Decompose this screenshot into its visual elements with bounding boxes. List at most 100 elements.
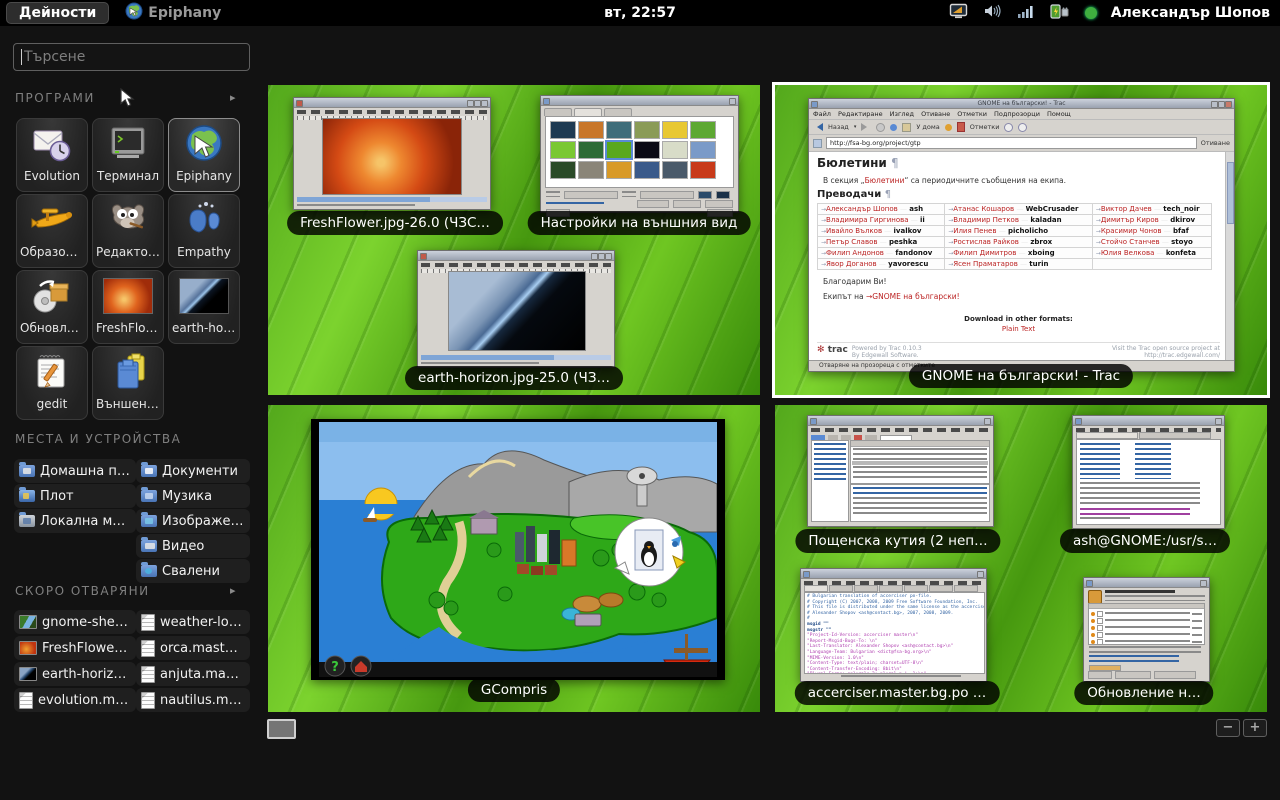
history-icon[interactable] xyxy=(945,124,952,131)
plain-text-link[interactable]: Plain Text xyxy=(817,325,1220,333)
screenshot-thumbnail-icon xyxy=(19,615,37,629)
presence-status-icon[interactable] xyxy=(1085,7,1097,19)
window-gedit[interactable]: # Bulgarian translation of accerciser po… xyxy=(800,568,987,682)
app-tile-earthhorizon[interactable]: earth-hori… xyxy=(168,270,240,344)
activities-button[interactable]: Дейности xyxy=(6,2,109,24)
gedit-tabs[interactable] xyxy=(804,585,978,592)
recent-label: FreshFlower… xyxy=(42,641,131,656)
focused-app-indicator[interactable]: Epiphany xyxy=(125,2,221,24)
place-item-music[interactable]: Музика xyxy=(136,484,250,508)
window-label-gimp-earthhorizon[interactable]: earth-horizon.jpg-25.0 (ЧЗ… xyxy=(405,366,623,390)
recent-item[interactable]: evolution.m… xyxy=(14,688,136,712)
app-tile-gcompris[interactable]: Образов… xyxy=(16,194,88,268)
reload-icon[interactable] xyxy=(890,124,897,131)
wallpaper-grid[interactable] xyxy=(545,116,734,188)
updater-links[interactable] xyxy=(1089,655,1179,662)
add-workspace-button[interactable]: + xyxy=(1243,719,1267,737)
updates-list[interactable] xyxy=(1088,603,1205,645)
window-gcompris[interactable]: ? xyxy=(311,419,725,680)
app-tile-label: Редактор … xyxy=(93,245,163,259)
window-evolution-mail[interactable] xyxy=(807,415,994,527)
wallpaper-style-controls[interactable] xyxy=(546,191,733,197)
app-tile-gedit[interactable]: gedit xyxy=(16,346,88,420)
display-icon[interactable] xyxy=(949,3,969,24)
window-label-appearance[interactable]: Настройки на външния вид xyxy=(528,211,751,235)
url-input[interactable]: http://fsa-bg.org/project/gtp xyxy=(826,137,1197,149)
go-button[interactable]: Отиване xyxy=(1201,139,1230,147)
updater-notes xyxy=(1089,646,1201,653)
place-item-home[interactable]: Домашна п… xyxy=(14,459,136,483)
window-label-gimp-freshflower[interactable]: FreshFlower.jpg-26.0 (ЧЗС… xyxy=(287,211,503,235)
place-item-pictures[interactable]: Изображен… xyxy=(136,509,250,533)
forward-icon[interactable] xyxy=(861,123,871,131)
place-item-videos[interactable]: Видео xyxy=(136,534,250,558)
place-item-downloads[interactable]: Свалени xyxy=(136,559,250,583)
window-gimp-earthhorizon[interactable] xyxy=(417,250,615,368)
place-item-network[interactable]: Локална мр… xyxy=(14,509,136,533)
thanks-text: Благодарим Ви! xyxy=(823,277,1220,286)
window-label-trac[interactable]: GNOME на български! - Trac xyxy=(909,364,1133,388)
app-tile-appearance[interactable]: Външен в… xyxy=(92,346,164,420)
programs-expand-icon[interactable]: ▸ xyxy=(230,91,236,104)
gedit-text-area[interactable]: # Bulgarian translation of accerciser po… xyxy=(804,592,985,674)
recent-item[interactable]: anjuta.mast… xyxy=(136,662,250,686)
window-label-terminal[interactable]: ash@GNOME:/usr/s… xyxy=(1060,529,1230,553)
selected-message-row[interactable] xyxy=(852,461,988,465)
browser-menubar[interactable]: ФайлРедактиранеИзглед ОтиванеОтметкиПодп… xyxy=(809,109,1234,120)
updater-buttons[interactable] xyxy=(1088,671,1196,679)
window-label-evolution[interactable]: Пощенска кутия (2 неп… xyxy=(795,529,1000,553)
gimp-hscrollbar[interactable] xyxy=(421,355,611,360)
zoom-in-icon[interactable] xyxy=(1004,123,1013,132)
network-icon[interactable] xyxy=(1017,4,1035,23)
recent-expand-icon[interactable]: ▸ xyxy=(230,584,236,597)
evolution-folder-tree[interactable] xyxy=(811,440,849,522)
app-tile-freshflower[interactable]: FreshFlow… xyxy=(92,270,164,344)
place-item-documents[interactable]: Документи xyxy=(136,459,250,483)
app-tile-updates[interactable]: Обновле… xyxy=(16,270,88,344)
window-label-gedit[interactable]: accerciser.master.bg.po … xyxy=(795,681,1000,705)
window-epiphany-trac[interactable]: GNOME на български! - Trac ФайлРедактира… xyxy=(808,98,1235,372)
place-label: Музика xyxy=(162,489,212,504)
user-menu[interactable]: Александър Шопов xyxy=(1111,5,1270,21)
recent-item[interactable]: earth-horizo… xyxy=(14,662,136,686)
place-item-desktop[interactable]: Плот xyxy=(14,484,136,508)
window-terminal[interactable] xyxy=(1072,415,1225,529)
recent-label: weather-loc… xyxy=(160,615,245,630)
window-label-gcompris[interactable]: GCompris xyxy=(468,678,560,702)
recent-item[interactable]: nautilus.mas… xyxy=(136,688,250,712)
appearance-buttons[interactable] xyxy=(546,200,733,206)
evolution-message-list[interactable] xyxy=(850,440,990,484)
recent-item[interactable]: gnome-shel… xyxy=(14,610,136,634)
page-vscrollbar[interactable] xyxy=(1225,152,1234,360)
recent-item[interactable]: orca.master.… xyxy=(136,636,250,660)
app-tile-empathy[interactable]: Empathy xyxy=(168,194,240,268)
recent-item[interactable]: FreshFlower… xyxy=(14,636,136,660)
workspace-indicator[interactable] xyxy=(267,719,296,739)
zoom-out-icon[interactable] xyxy=(1018,123,1027,132)
window-label-updater[interactable]: Обновление н… xyxy=(1074,681,1213,705)
bookmarks-icon[interactable] xyxy=(957,122,965,132)
remove-workspace-button[interactable]: − xyxy=(1216,719,1240,737)
clock[interactable]: вт, 22:57 xyxy=(604,5,676,21)
battery-icon[interactable] xyxy=(1049,3,1071,24)
window-software-updater[interactable] xyxy=(1083,577,1210,682)
home-icon[interactable] xyxy=(902,123,911,132)
search-input[interactable]: Търсене xyxy=(13,43,250,71)
app-tile-epiphany[interactable]: Epiphany xyxy=(168,118,240,192)
terminal-tabs[interactable] xyxy=(1076,432,1211,439)
volume-icon[interactable] xyxy=(983,3,1003,23)
stop-icon[interactable] xyxy=(876,123,885,132)
app-tile-gimp[interactable]: Редактор … xyxy=(92,194,164,268)
app-tile-terminal[interactable]: Терминал xyxy=(92,118,164,192)
recent-item[interactable]: weather-loc… xyxy=(136,610,250,634)
translators-table: →Александър Шопов — ash →Атанас Кошаров … xyxy=(817,203,1212,270)
window-appearance-prefs[interactable] xyxy=(540,95,739,213)
back-icon[interactable] xyxy=(813,123,823,131)
window-gimp-freshflower[interactable] xyxy=(293,97,491,210)
recent-label: anjuta.mast… xyxy=(160,667,245,682)
earth-thumbnail-icon xyxy=(19,667,37,681)
gimp-hscrollbar[interactable] xyxy=(297,197,487,202)
app-tile-evolution[interactable]: Evolution xyxy=(16,118,88,192)
appearance-tabs[interactable] xyxy=(541,106,738,116)
browser-toolbar[interactable]: Назад▾ У дома Отметки xyxy=(809,120,1234,135)
